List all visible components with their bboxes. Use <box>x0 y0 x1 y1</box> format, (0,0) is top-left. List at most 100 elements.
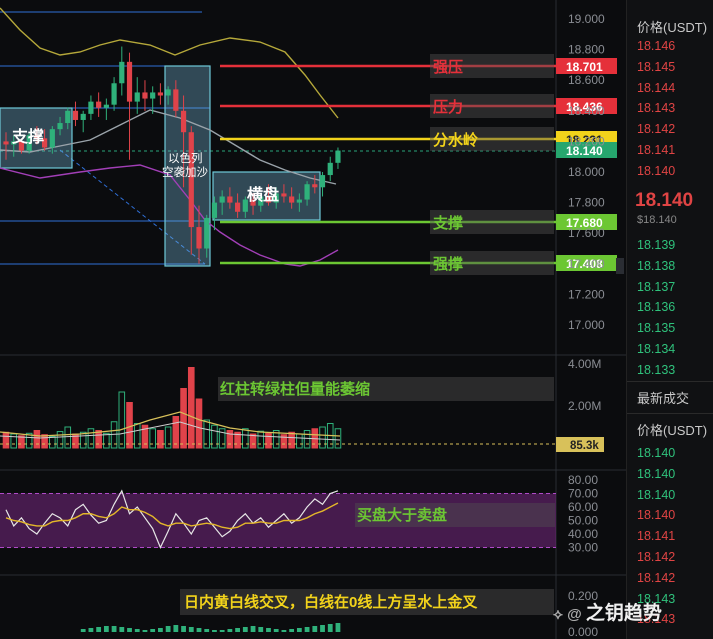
candle-body <box>281 193 287 197</box>
macd-bar <box>227 629 233 632</box>
scroll-handle-icon <box>616 258 624 274</box>
macd-bar <box>158 628 163 632</box>
candle-body <box>126 61 133 102</box>
trades-tab[interactable]: 最新成交 <box>637 388 689 407</box>
watermark: ⟡ @ 之钥趋势 <box>553 598 662 625</box>
volume-bar <box>157 430 164 449</box>
oscillator-axis-tick: 60.00 <box>568 500 598 514</box>
oscillator-axis-tick: 30.00 <box>568 541 598 555</box>
ask-price-row[interactable]: 18.145 <box>637 60 675 74</box>
trade-price-row[interactable]: 18.140 <box>637 488 675 502</box>
bid-price-row[interactable]: 18.137 <box>637 280 675 294</box>
level-label: 压力 <box>433 98 463 116</box>
box-label: 横盘 <box>247 185 279 204</box>
macd-bar <box>289 629 295 632</box>
macd-bar <box>80 629 86 632</box>
macd-bar <box>266 628 271 632</box>
macd-bar <box>181 626 186 632</box>
trade-price-row[interactable]: 18.142 <box>637 550 675 564</box>
macd-bar <box>235 628 240 632</box>
volume-axis-tick: 2.00M <box>568 399 601 413</box>
trade-price-row[interactable]: 18.142 <box>637 571 675 585</box>
macd-bar <box>111 626 117 632</box>
candle-body <box>319 175 326 188</box>
price-axis-tick: 17.800 <box>568 196 605 210</box>
candle-body <box>335 150 341 163</box>
price-axis-tick: 18.200 <box>568 134 605 148</box>
watermark-logo-icon: ⟡ @ <box>553 606 586 623</box>
volume-bar <box>288 431 295 449</box>
price-chart: 强压 18.701压力 18.436分水岭 18.23118.140支撑 17.680强… <box>0 0 626 639</box>
price-axis-tick: 17.600 <box>568 226 605 240</box>
volume-bar <box>265 432 272 449</box>
candle-body <box>304 184 310 200</box>
box-label: 以色列 <box>168 151 203 165</box>
candle-body <box>289 196 295 203</box>
candle-body <box>227 196 233 203</box>
macd-bar <box>173 625 179 632</box>
macd-bar <box>96 627 102 632</box>
ask-price-row[interactable]: 18.141 <box>637 143 675 157</box>
price-axis-tick: 18.800 <box>568 43 605 57</box>
macd-bar <box>127 628 132 632</box>
level-label: 支撑 <box>432 214 463 232</box>
trade-price-row[interactable]: 18.140 <box>637 508 675 522</box>
candle-body <box>235 202 241 212</box>
candle-body <box>103 104 109 108</box>
price-axis-tick: 17.400 <box>568 257 605 271</box>
candle-body <box>219 196 225 203</box>
macd-bar <box>250 626 256 632</box>
candle-body <box>88 101 94 114</box>
candle-body <box>165 89 171 96</box>
volume-bar <box>187 367 195 449</box>
ask-price-row[interactable]: 18.143 <box>637 101 675 115</box>
volume-bar <box>95 430 102 449</box>
bid-price-row[interactable]: 18.134 <box>637 342 675 356</box>
candle-body <box>150 92 156 99</box>
macd-bar <box>242 627 248 632</box>
candle-body <box>204 217 210 249</box>
box-label: 空袭加沙 <box>162 165 208 179</box>
bid-price-row[interactable]: 18.136 <box>637 300 675 314</box>
candle-body <box>80 113 86 120</box>
candle-body <box>119 61 125 84</box>
volume-bar <box>180 388 187 449</box>
bid-price-row[interactable]: 18.135 <box>637 321 675 335</box>
order-book-panel: 价格(USDT) 18.146 18.145 18.144 18.143 18.142 1… <box>626 0 713 639</box>
volume-current-text: 85.3k <box>570 440 599 452</box>
candle-body <box>157 92 163 96</box>
ask-price-row[interactable]: 18.146 <box>637 39 675 53</box>
macd-bar <box>258 627 264 632</box>
candle-body <box>96 101 102 108</box>
volume-axis-tick: 4.00M <box>568 357 601 371</box>
oscillator-axis-tick: 80.00 <box>568 473 598 487</box>
level-label: 强压 <box>433 59 463 76</box>
bid-price-row[interactable]: 18.139 <box>637 238 675 252</box>
candle-body <box>180 110 187 133</box>
candle-body <box>57 123 63 130</box>
ask-price-row[interactable]: 18.144 <box>637 81 675 95</box>
candle-body <box>196 227 202 249</box>
ask-price-row[interactable]: 18.140 <box>637 164 675 178</box>
macd-bar <box>165 626 171 632</box>
divider <box>627 413 713 414</box>
candle-body <box>111 83 117 105</box>
box-label: 支撑 <box>11 127 44 146</box>
candle-body <box>49 129 55 148</box>
macd-bar <box>219 630 225 632</box>
last-price-usd: $18.140 <box>637 214 677 226</box>
oscillator-note: 买盘大于卖盘 <box>357 506 447 524</box>
trade-price-row[interactable]: 18.140 <box>637 446 675 460</box>
volume-bar <box>195 398 203 449</box>
volume-bar <box>33 430 41 449</box>
bid-price-row[interactable]: 18.138 <box>637 259 675 273</box>
macd-bar <box>204 629 210 632</box>
candle-body <box>72 110 79 120</box>
bid-price-row[interactable]: 18.133 <box>637 363 675 377</box>
trade-price-row[interactable]: 18.140 <box>637 467 675 481</box>
macd-bar <box>142 630 148 632</box>
candle-body <box>188 132 194 228</box>
ask-price-row[interactable]: 18.142 <box>637 122 675 136</box>
price-axis-tick: 18.400 <box>568 104 605 118</box>
trade-price-row[interactable]: 18.141 <box>637 529 675 543</box>
